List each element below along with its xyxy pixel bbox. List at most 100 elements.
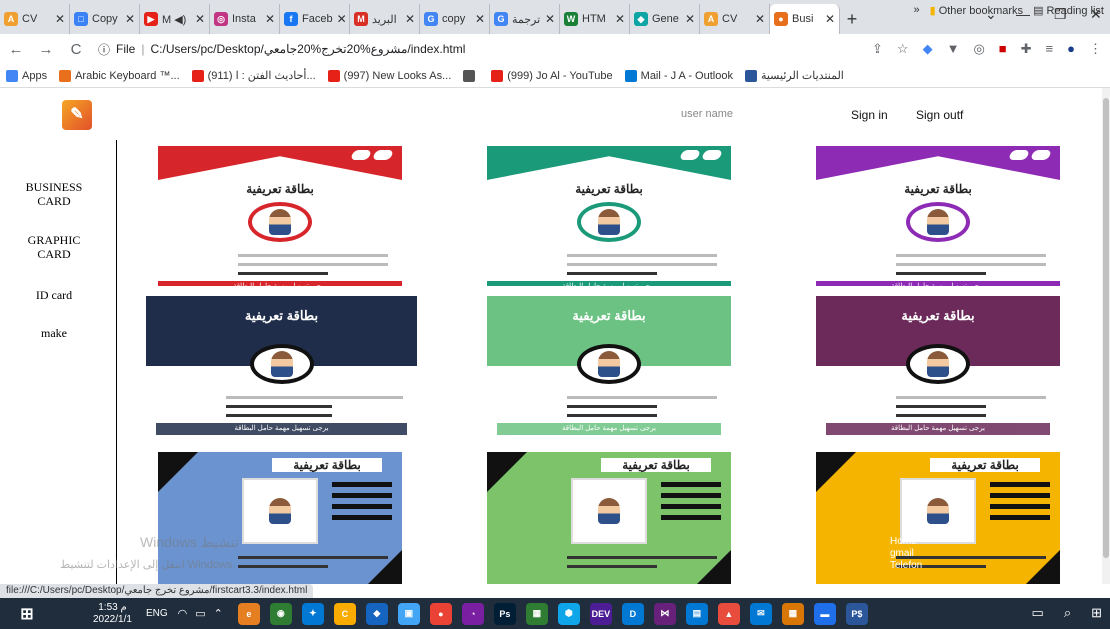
browser-tab[interactable]: M البريد ✕: [350, 4, 420, 34]
wifi-icon[interactable]: ◠: [178, 607, 188, 620]
taskbar-app-icon[interactable]: ✉: [749, 602, 772, 625]
reload-button[interactable]: C: [68, 41, 84, 58]
bookmark-item[interactable]: Mail - J A - Outlook: [624, 69, 733, 82]
gmail-link[interactable]: gmail: [890, 548, 922, 560]
taskbar-app-icon[interactable]: D: [621, 602, 644, 625]
search-icon[interactable]: ⌕: [1064, 605, 1071, 621]
tab-close-icon[interactable]: ✕: [405, 12, 415, 26]
extension-icon[interactable]: ▼: [947, 41, 960, 57]
new-tab-button[interactable]: +: [840, 4, 864, 34]
url-text[interactable]: C:/Users/pc/Desktop/مشروع%20تخرج%20جامعي…: [150, 42, 465, 56]
tab-close-icon[interactable]: ✕: [545, 12, 555, 26]
tab-close-icon[interactable]: ✕: [615, 12, 625, 26]
business-card-template[interactable]: بطاقة تعريفية يرجى تسهيل مهمة حامل البطا…: [158, 146, 402, 286]
bookmark-item[interactable]: (911) أحاديث الفتن : ا...: [191, 69, 316, 82]
other-bookmarks[interactable]: ▮ Other bookmarks: [930, 4, 1024, 17]
telefon-link[interactable]: Telefon: [890, 560, 922, 572]
taskbar-app-icon[interactable]: ▦: [781, 602, 804, 625]
bookmarks-more[interactable]: »: [913, 4, 919, 17]
business-card-template[interactable]: بطاقة تعريفية يرجى تسهيل مهمة حامل البطا…: [816, 146, 1060, 286]
star-icon[interactable]: ☆: [897, 41, 909, 57]
bookmark-item[interactable]: Arabic Keyboard ™...: [59, 69, 180, 82]
language-indicator[interactable]: ENG: [146, 608, 168, 619]
windows-start-icon[interactable]: ⊞: [16, 603, 38, 625]
business-card-template[interactable]: بطاقة تعريفية: [816, 452, 1060, 584]
business-card-template[interactable]: بطاقة تعريفية يرجى تسهيل مهمة حامل البطا…: [146, 294, 417, 446]
tab-close-icon[interactable]: ✕: [195, 12, 205, 26]
scroll-thumb[interactable]: [1103, 98, 1109, 558]
taskbar-app-icon[interactable]: ◉: [269, 602, 292, 625]
back-button[interactable]: ←: [8, 41, 24, 58]
tab-close-icon[interactable]: ✕: [125, 12, 135, 26]
page-scrollbar[interactable]: [1102, 88, 1110, 584]
taskbar-app-icon[interactable]: P$: [845, 602, 868, 625]
bookmark-item[interactable]: (999) Jo Al - YouTube: [491, 69, 613, 82]
sidebar-item-business-card[interactable]: BUSINESS CARD: [10, 180, 98, 208]
puzzle-icon[interactable]: ✚: [1021, 41, 1032, 57]
taskbar-app-icon[interactable]: e: [237, 602, 260, 625]
tab-close-icon[interactable]: ✕: [337, 12, 347, 26]
taskbar-app-icon[interactable]: C: [333, 602, 356, 625]
taskbar-app-icon[interactable]: ●: [429, 602, 452, 625]
address-bar[interactable]: ⓘ File | C:/Users/pc/Desktop/مشروع%20تخر…: [98, 41, 465, 58]
profile-avatar[interactable]: ●: [1067, 41, 1075, 57]
tab-close-icon[interactable]: ✕: [685, 12, 695, 26]
browser-tab[interactable]: W HTM ✕: [560, 4, 630, 34]
bookmark-item[interactable]: المنتديات الرئيسية: [744, 69, 844, 82]
browser-tab[interactable]: ● Busi ✕: [770, 4, 840, 34]
bookmark-item[interactable]: (997) New Looks As...: [327, 69, 451, 82]
taskbar-app-icon[interactable]: ▣: [397, 602, 420, 625]
extension-icon[interactable]: ◎: [973, 41, 984, 57]
share-icon[interactable]: ⇪: [872, 41, 883, 57]
taskbar-app-icon[interactable]: ▤: [685, 602, 708, 625]
chevron-up-icon[interactable]: ⌃: [214, 607, 223, 620]
reading-list[interactable]: ▤ Reading list: [1033, 4, 1104, 17]
browser-tab[interactable]: ◆ Gene ✕: [630, 4, 700, 34]
menu-icon[interactable]: ⋮: [1089, 41, 1102, 57]
business-card-template[interactable]: بطاقة تعريفية يرجى تسهيل مهمة حامل البطا…: [487, 146, 731, 286]
business-card-template[interactable]: بطاقة تعريفية يرجى تسهيل مهمة حامل البطا…: [487, 294, 731, 444]
forward-button[interactable]: →: [38, 41, 54, 58]
browser-tab[interactable]: G ترجمة ✕: [490, 4, 560, 34]
clock[interactable]: 1:53 م 2022/1/1: [93, 602, 132, 626]
taskbar-app-icon[interactable]: ◔: [461, 602, 484, 625]
sidebar-item-graphic-card[interactable]: GRAPHIC CARD: [10, 233, 98, 261]
taskbar-app-icon[interactable]: ▲: [717, 602, 740, 625]
playlist-icon[interactable]: ≡: [1046, 41, 1054, 57]
business-card-template[interactable]: بطاقة تعريفية يرجى تسهيل مهمة حامل البطا…: [816, 294, 1060, 444]
extension-icon[interactable]: ■: [999, 41, 1007, 57]
taskbar-app-icon[interactable]: Ps: [493, 602, 516, 625]
tab-close-icon[interactable]: ✕: [825, 12, 835, 26]
business-card-template[interactable]: بطاقة تعريفية: [487, 452, 731, 584]
sign-in-link[interactable]: Sign in: [851, 108, 888, 122]
bookmark-item[interactable]: Apps: [6, 69, 47, 82]
sidebar-item-make[interactable]: make: [10, 326, 98, 340]
tab-close-icon[interactable]: ✕: [755, 12, 765, 26]
site-logo[interactable]: ✎: [62, 100, 92, 130]
taskbar-app-icon[interactable]: ⬢: [557, 602, 580, 625]
taskbar-app-icon[interactable]: ✦: [301, 602, 324, 625]
tab-close-icon[interactable]: ✕: [265, 12, 275, 26]
extension-icon[interactable]: ◆: [923, 41, 933, 57]
taskbar-app-icon[interactable]: ◆: [365, 602, 388, 625]
browser-tab[interactable]: A CV ✕: [700, 4, 770, 34]
sidebar-item-id-card[interactable]: ID card: [10, 288, 98, 302]
start-icon[interactable]: ⊞: [1091, 605, 1102, 621]
browser-tab[interactable]: □ Copy ✕: [70, 4, 140, 34]
task-view-icon[interactable]: ▭: [1032, 605, 1044, 621]
info-icon[interactable]: ⓘ: [98, 41, 110, 58]
bookmark-item[interactable]: [463, 69, 479, 82]
taskbar-app-icon[interactable]: ▦: [525, 602, 548, 625]
browser-tab[interactable]: A CV ✕: [0, 4, 70, 34]
tab-close-icon[interactable]: ✕: [55, 12, 65, 26]
browser-tab[interactable]: ◎ Insta ✕: [210, 4, 280, 34]
browser-tab[interactable]: Gcopy ✕: [420, 4, 490, 34]
browser-tab[interactable]: ▶ M ◀) ✕: [140, 4, 210, 34]
home-link[interactable]: Home: [890, 536, 922, 548]
taskbar-app-icon[interactable]: ▬: [813, 602, 836, 625]
sign-out-link[interactable]: Sign outf: [916, 108, 963, 122]
taskbar-app-icon[interactable]: ⋈: [653, 602, 676, 625]
browser-tab[interactable]: f Faceb ✕: [280, 4, 350, 34]
tab-close-icon[interactable]: ✕: [475, 12, 485, 26]
battery-icon[interactable]: ▭: [195, 607, 205, 620]
